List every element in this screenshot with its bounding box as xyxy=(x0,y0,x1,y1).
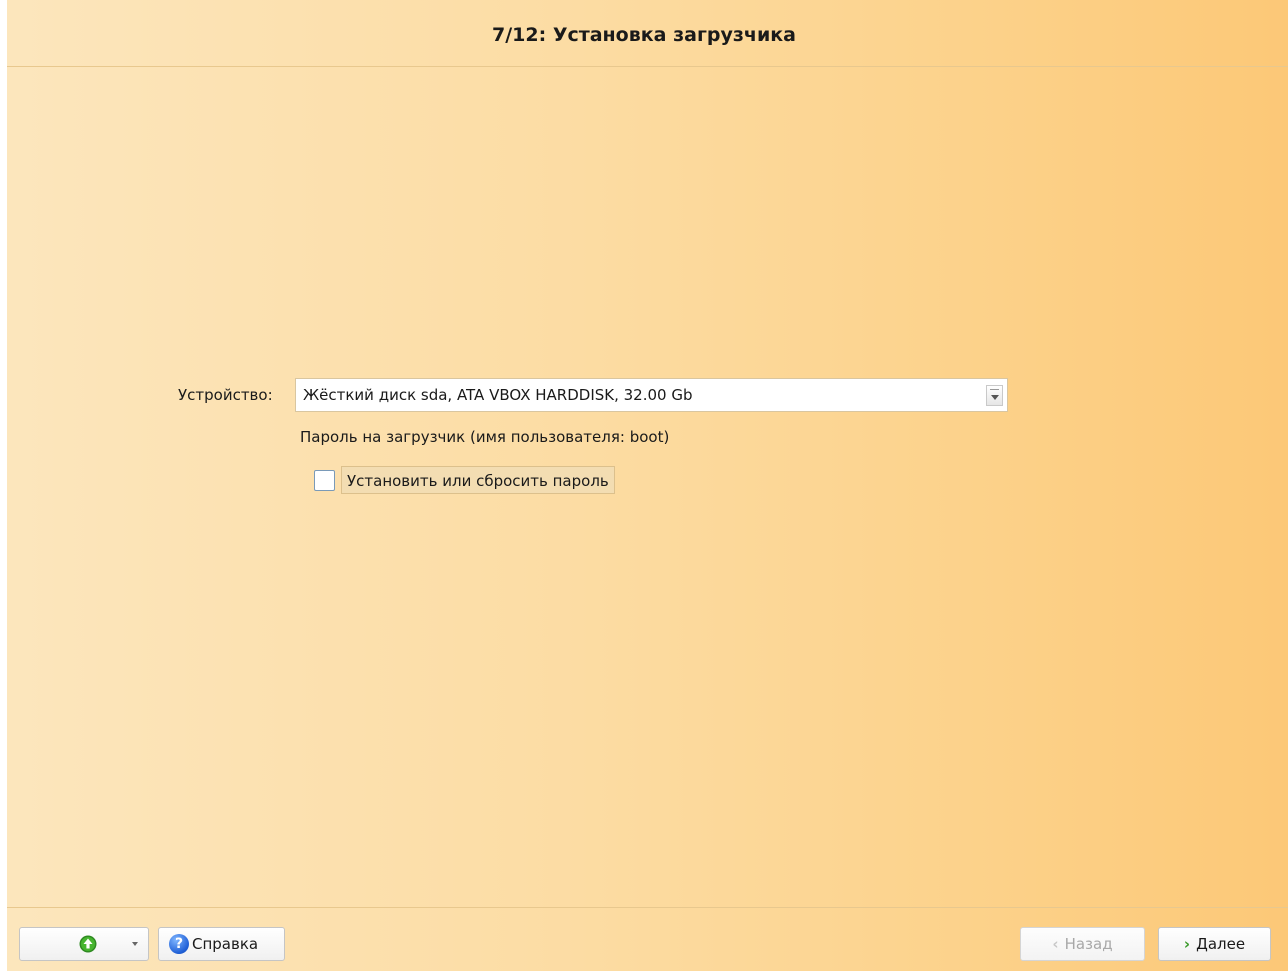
up-arrow-icon xyxy=(79,935,97,953)
content-area xyxy=(7,66,1288,908)
menu-button[interactable] xyxy=(19,927,149,961)
next-button-label: Далее xyxy=(1196,935,1246,953)
dropdown-arrow-icon[interactable] xyxy=(986,385,1003,406)
help-button-label: Справка xyxy=(192,935,259,953)
chevron-right-icon: › xyxy=(1183,935,1191,953)
back-button[interactable]: ‹ Назад xyxy=(1020,927,1145,961)
next-button[interactable]: › Далее xyxy=(1158,927,1271,961)
device-select-value: Жёсткий диск sda, ATA VBOX HARDDISK, 32.… xyxy=(303,386,693,404)
password-caption: Пароль на загрузчик (имя пользователя: b… xyxy=(300,428,670,446)
chevron-down-icon xyxy=(132,942,138,946)
page-title: 7/12: Установка загрузчика xyxy=(492,24,796,46)
device-label: Устройство: xyxy=(178,386,273,404)
help-button[interactable]: ? Справка xyxy=(158,927,285,961)
left-border xyxy=(0,0,7,971)
help-icon: ? xyxy=(169,934,189,954)
set-password-checkbox[interactable] xyxy=(314,470,335,491)
set-password-label[interactable]: Установить или сбросить пароль xyxy=(341,466,615,494)
chevron-left-icon: ‹ xyxy=(1052,935,1059,953)
back-button-label: Назад xyxy=(1064,935,1113,953)
installer-window: 7/12: Установка загрузчика Устройство: Ж… xyxy=(0,0,1288,971)
device-select[interactable]: Жёсткий диск sda, ATA VBOX HARDDISK, 32.… xyxy=(295,378,1008,412)
